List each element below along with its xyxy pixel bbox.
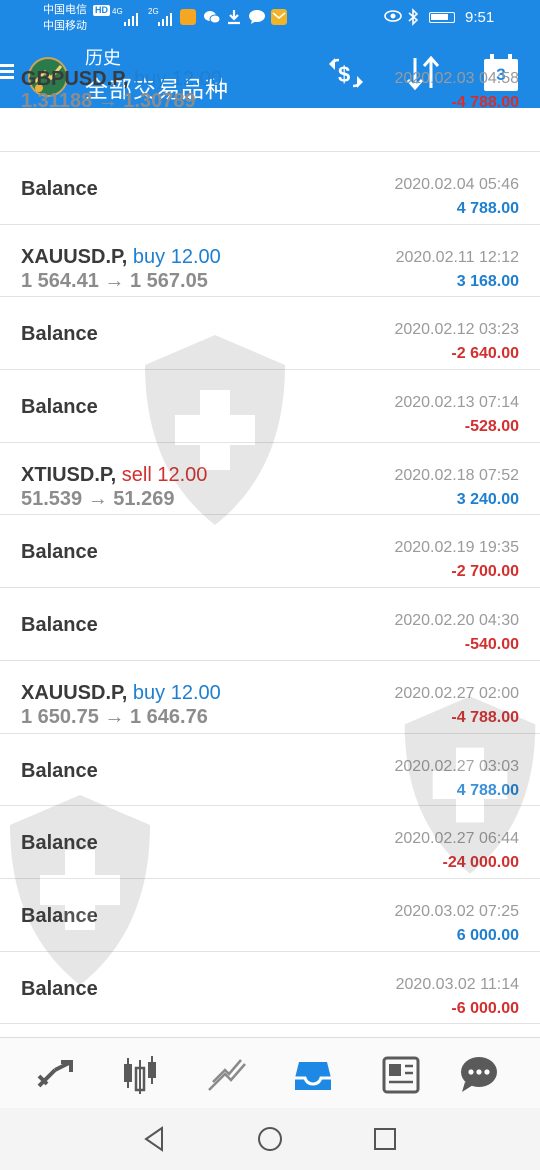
row-date: 2020.02.20 04:30 (394, 612, 519, 630)
row-date: 2020.02.12 03:23 (394, 321, 519, 339)
signal-icon (124, 8, 138, 26)
signal-icon-2 (158, 8, 172, 26)
carrier-1: 中国电信 (43, 4, 87, 16)
balance-row[interactable]: Balance 2020.02.19 19:35 -2 700.00 (0, 515, 540, 589)
balance-row[interactable]: Balance 2020.02.04 05:46 4 788.00 (0, 152, 540, 225)
eye-icon (384, 8, 402, 29)
row-amount: 3 240.00 (456, 490, 519, 508)
download-icon (226, 9, 242, 25)
trade-volume: 12.00 (170, 681, 221, 704)
wechat-icon (203, 9, 221, 25)
trade-volume: 12.00 (170, 245, 221, 268)
quotes-icon[interactable] (33, 1052, 77, 1096)
balance-row[interactable]: Balance 2020.02.20 04:30 -540.00 (0, 588, 540, 661)
row-date: 2020.02.27 02:00 (394, 684, 519, 702)
balance-label: Balance (21, 904, 98, 927)
trade-symbol-line: XAUUSD.P, buy 12.00 (21, 682, 221, 705)
trade-row[interactable]: XTIUSD.P, sell 12.00 51.539 → 51.269 2020.… (0, 443, 540, 516)
balance-label: Balance (21, 396, 98, 419)
trade-prices: 1 650.75 → 1 646.76 (21, 705, 208, 728)
symbol-name: XTIUSD.P, (21, 463, 117, 486)
symbol-name: XAUUSD.P, (21, 681, 128, 704)
message-icon (248, 9, 265, 25)
balance-label: Balance (21, 832, 98, 855)
trade-prices: 1 564.41 → 1 567.05 (21, 269, 208, 292)
trade-row[interactable]: XAUUSD.P, buy 12.00 1 564.41 → 1 567.05 20… (0, 225, 540, 298)
row-amount: -2 700.00 (451, 563, 519, 581)
news-icon[interactable] (378, 1052, 422, 1096)
trade-symbol-line: XTIUSD.P, sell 12.00 (21, 464, 207, 487)
row-amount: -24 000.00 (442, 854, 519, 872)
row-date: 2020.02.13 07:14 (394, 394, 519, 412)
history-list: GBPUSD.P, buy 12.00 1.31188 → 1.30789 2020… (0, 68, 540, 1025)
row-date: 2020.02.18 07:52 (394, 466, 519, 484)
clock: 9:51 (465, 9, 495, 26)
hd-badge: HD (93, 5, 110, 16)
status-bar: 中国电信 中国移动 HD 4G 2G 9:51 (0, 0, 540, 38)
home-icon[interactable] (255, 1124, 285, 1154)
trade-row[interactable]: XAUUSD.P, buy 12.00 1 650.75 → 1 646.76 20… (0, 661, 540, 734)
balance-row[interactable]: Balance 2020.02.12 03:23 -2 640.00 (0, 297, 540, 371)
row-amount: 3 168.00 (456, 272, 519, 290)
balance-label: Balance (21, 323, 98, 346)
network-4g: 4G (112, 7, 123, 16)
trade-symbol-line: XAUUSD.P, buy 12.00 (21, 246, 221, 269)
app-notification-icon (180, 9, 196, 25)
chat-icon[interactable] (457, 1052, 501, 1096)
mail-icon (271, 9, 287, 25)
balance-label: Balance (21, 614, 98, 637)
trade-prices: 51.539 → 51.269 (21, 487, 175, 510)
recents-icon[interactable] (370, 1124, 400, 1154)
battery-icon (429, 12, 455, 23)
chart-icon[interactable] (118, 1052, 162, 1096)
balance-label: Balance (21, 178, 98, 200)
trade-volume: 12.00 (171, 68, 222, 90)
row-amount: -4 788.00 (451, 94, 519, 111)
row-amount: 4 788.00 (456, 781, 519, 799)
carrier-2: 中国移动 (43, 20, 87, 32)
back-icon[interactable] (140, 1124, 170, 1154)
symbol-name: XAUUSD.P, (21, 245, 128, 268)
row-date: 2020.03.02 11:14 (395, 975, 519, 993)
trade-side: sell (121, 463, 152, 486)
row-amount: 4 788.00 (456, 200, 519, 217)
trade-symbol-line: GBPUSD.P, buy 12.00 (21, 68, 222, 91)
balance-row[interactable]: Balance 2020.02.13 07:14 -528.00 (0, 370, 540, 443)
trade-row[interactable]: GBPUSD.P, buy 12.00 1.31188 → 1.30789 2020… (0, 68, 540, 152)
balance-label: Balance (21, 541, 98, 564)
row-amount: -2 640.00 (451, 345, 519, 363)
system-nav-bar (0, 1108, 540, 1170)
row-amount: -6 000.00 (451, 999, 519, 1017)
bluetooth-icon (407, 8, 419, 31)
history-icon[interactable] (291, 1052, 335, 1096)
row-amount: -528.00 (464, 418, 519, 436)
row-date: 2020.02.19 19:35 (394, 539, 519, 557)
row-amount: -540.00 (464, 636, 519, 654)
balance-row[interactable]: Balance 2020.02.27 03:03 4 788.00 (0, 734, 540, 807)
row-date: 2020.02.03 04:58 (394, 70, 519, 87)
balance-row[interactable]: Balance 2020.03.02 11:14 -6 000.00 (0, 952, 540, 1025)
trade-prices: 1.31188 → 1.30789 (21, 90, 196, 112)
row-date: 2020.02.11 12:12 (395, 248, 519, 266)
row-date: 2020.02.04 05:46 (394, 176, 519, 193)
row-date: 2020.03.02 07:25 (394, 902, 519, 920)
trade-volume: 12.00 (157, 463, 208, 486)
trade-icon[interactable] (205, 1052, 249, 1096)
bottom-nav (0, 1037, 540, 1108)
page-title: 历史 (85, 48, 121, 68)
row-date: 2020.02.27 03:03 (394, 757, 519, 775)
balance-label: Balance (21, 977, 98, 1000)
trade-side: buy (132, 245, 166, 268)
balance-row[interactable]: Balance 2020.03.02 07:25 6 000.00 (0, 879, 540, 952)
symbol-name: GBPUSD.P, (21, 68, 129, 90)
row-amount: 6 000.00 (456, 926, 519, 944)
row-amount: -4 788.00 (451, 708, 519, 726)
trade-side: buy (134, 68, 167, 90)
trade-side: buy (132, 681, 166, 704)
balance-row[interactable]: Balance 2020.02.27 06:44 -24 000.00 (0, 806, 540, 879)
balance-label: Balance (21, 759, 98, 782)
row-date: 2020.02.27 06:44 (394, 830, 519, 848)
